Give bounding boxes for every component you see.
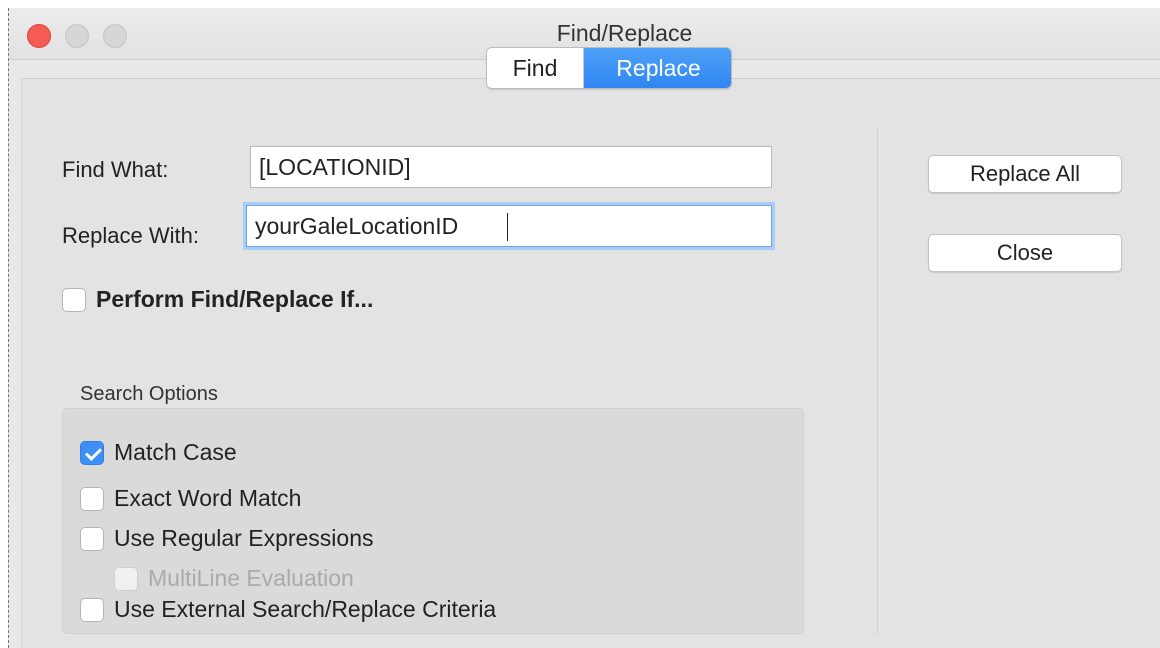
match-case-checkbox[interactable] <box>80 440 104 465</box>
window-title: Find/Replace <box>556 20 693 46</box>
multiline-checkbox <box>114 566 138 591</box>
external-criteria-row[interactable]: Use External Search/Replace Criteria <box>80 596 496 623</box>
perform-if-checkbox[interactable] <box>62 287 86 312</box>
perform-if-checkbox-row[interactable]: Perform Find/Replace If... <box>62 286 373 313</box>
external-criteria-label: Use External Search/Replace Criteria <box>114 596 497 622</box>
replace-with-input[interactable] <box>246 205 772 247</box>
match-case-label: Match Case <box>114 439 237 465</box>
match-case-row[interactable]: Match Case <box>80 439 237 466</box>
close-button[interactable]: Close <box>928 234 1122 272</box>
vertical-divider <box>877 128 878 634</box>
tab-control: Find Replace <box>486 47 732 89</box>
tab-replace[interactable]: Replace <box>584 48 731 88</box>
regex-checkbox[interactable] <box>80 526 104 551</box>
replace-all-button[interactable]: Replace All <box>928 155 1122 193</box>
text-cursor <box>507 213 508 241</box>
replace-with-label: Replace With: <box>62 223 199 248</box>
perform-if-label: Perform Find/Replace If... <box>96 286 374 312</box>
exact-word-label: Exact Word Match <box>114 485 302 511</box>
regex-row[interactable]: Use Regular Expressions <box>80 525 374 552</box>
regex-label: Use Regular Expressions <box>114 525 374 551</box>
exact-word-checkbox[interactable] <box>80 486 104 511</box>
find-what-label: Find What: <box>62 157 169 182</box>
external-criteria-checkbox[interactable] <box>80 597 104 622</box>
tab-find[interactable]: Find <box>487 48 584 88</box>
search-options-title: Search Options <box>80 383 218 405</box>
find-what-input[interactable] <box>250 146 772 188</box>
multiline-row: MultiLine Evaluation <box>114 565 354 592</box>
exact-word-row[interactable]: Exact Word Match <box>80 485 301 512</box>
multiline-label: MultiLine Evaluation <box>148 565 354 591</box>
